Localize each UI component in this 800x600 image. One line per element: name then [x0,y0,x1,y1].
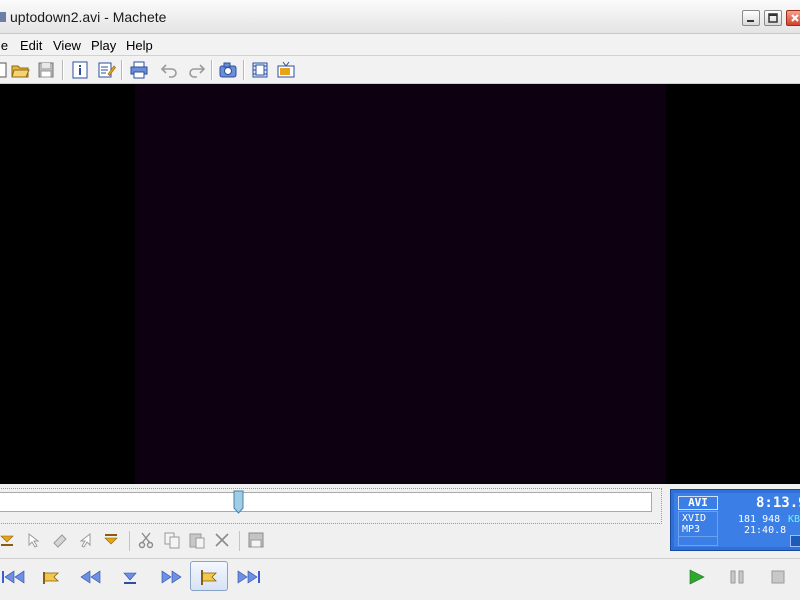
video-viewport[interactable] [0,84,800,484]
mark-in-icon[interactable] [0,530,18,550]
redo-icon[interactable] [186,60,206,80]
maximize-icon [768,13,778,23]
edit-toolbar [0,526,670,554]
video-frame [135,84,666,484]
file-size-unit: KB [788,514,800,525]
export-frame-icon[interactable] [250,60,270,80]
mark-out-icon[interactable] [101,530,121,550]
paste-icon[interactable] [187,530,207,550]
menu-file[interactable]: le [0,38,8,53]
new-icon[interactable] [0,60,10,80]
position-readout: 21:40.8 [744,525,787,536]
save-selection-icon[interactable] [246,530,266,550]
file-info-display: AVI XVID MP3 8:13.9 181 948 KB 21:40.8 [674,493,800,547]
close-button[interactable] [786,10,800,26]
minimize-icon [747,20,754,22]
select-icon[interactable] [24,530,44,550]
video-codec: XVID [682,513,707,524]
codec-extra-frame [678,536,718,546]
audio-codec: MP3 [682,524,701,535]
app-window: uptodown2.avi - Machete le Edit View Pla… [0,0,800,600]
open-icon[interactable] [10,60,30,80]
toolbar-separator [211,60,212,80]
print-icon[interactable] [129,60,149,80]
prev-mark-icon[interactable] [40,567,66,587]
toolbar-separator [121,60,122,80]
stop-icon[interactable] [765,567,791,587]
menu-edit[interactable]: Edit [20,38,42,53]
eraser-icon[interactable] [50,530,70,550]
menu-view[interactable]: View [53,38,81,53]
container-format: AVI [678,496,718,510]
edit-separator [129,531,130,551]
panel-toggle-button[interactable] [790,535,800,547]
properties-icon[interactable] [96,60,116,80]
file-info-panel: AVI XVID MP3 8:13.9 181 948 KB 21:40.8 [670,489,800,551]
play-icon[interactable] [684,567,710,587]
rewind-icon[interactable] [78,567,104,587]
toolbar-separator [243,60,244,80]
main-toolbar [0,56,800,84]
tv-icon[interactable] [276,60,296,80]
app-logo-icon [0,12,6,22]
next-mark-icon[interactable] [196,567,222,587]
info-icon[interactable] [70,60,90,80]
file-size: 181 948 [738,514,781,525]
menu-bar: le Edit View Play Help [0,34,800,56]
go-end-icon[interactable] [236,567,262,587]
playback-toolbar [0,558,800,596]
window-title: uptodown2.avi - Machete [10,9,167,25]
save-icon[interactable] [36,60,56,80]
go-start-icon[interactable] [0,567,26,587]
fast-forward-icon[interactable] [158,567,184,587]
menu-play[interactable]: Play [91,38,116,53]
title-bar[interactable]: uptodown2.avi - Machete [0,0,800,34]
menu-help[interactable]: Help [126,38,153,53]
goto-mark-icon[interactable] [76,530,96,550]
seekbar-thumb[interactable] [233,490,244,514]
toolbar-separator [62,60,63,80]
seekbar-track[interactable] [0,492,652,512]
duration-readout: 8:13.9 [756,495,800,511]
cut-icon[interactable] [136,530,156,550]
minimize-button[interactable] [742,10,760,26]
step-icon[interactable] [117,567,143,587]
copy-icon[interactable] [162,530,182,550]
pause-icon[interactable] [724,567,750,587]
close-icon [791,14,799,22]
snapshot-icon[interactable] [218,60,238,80]
edit-separator [239,531,240,551]
delete-icon[interactable] [212,530,232,550]
maximize-button[interactable] [764,10,782,26]
undo-icon[interactable] [160,60,180,80]
